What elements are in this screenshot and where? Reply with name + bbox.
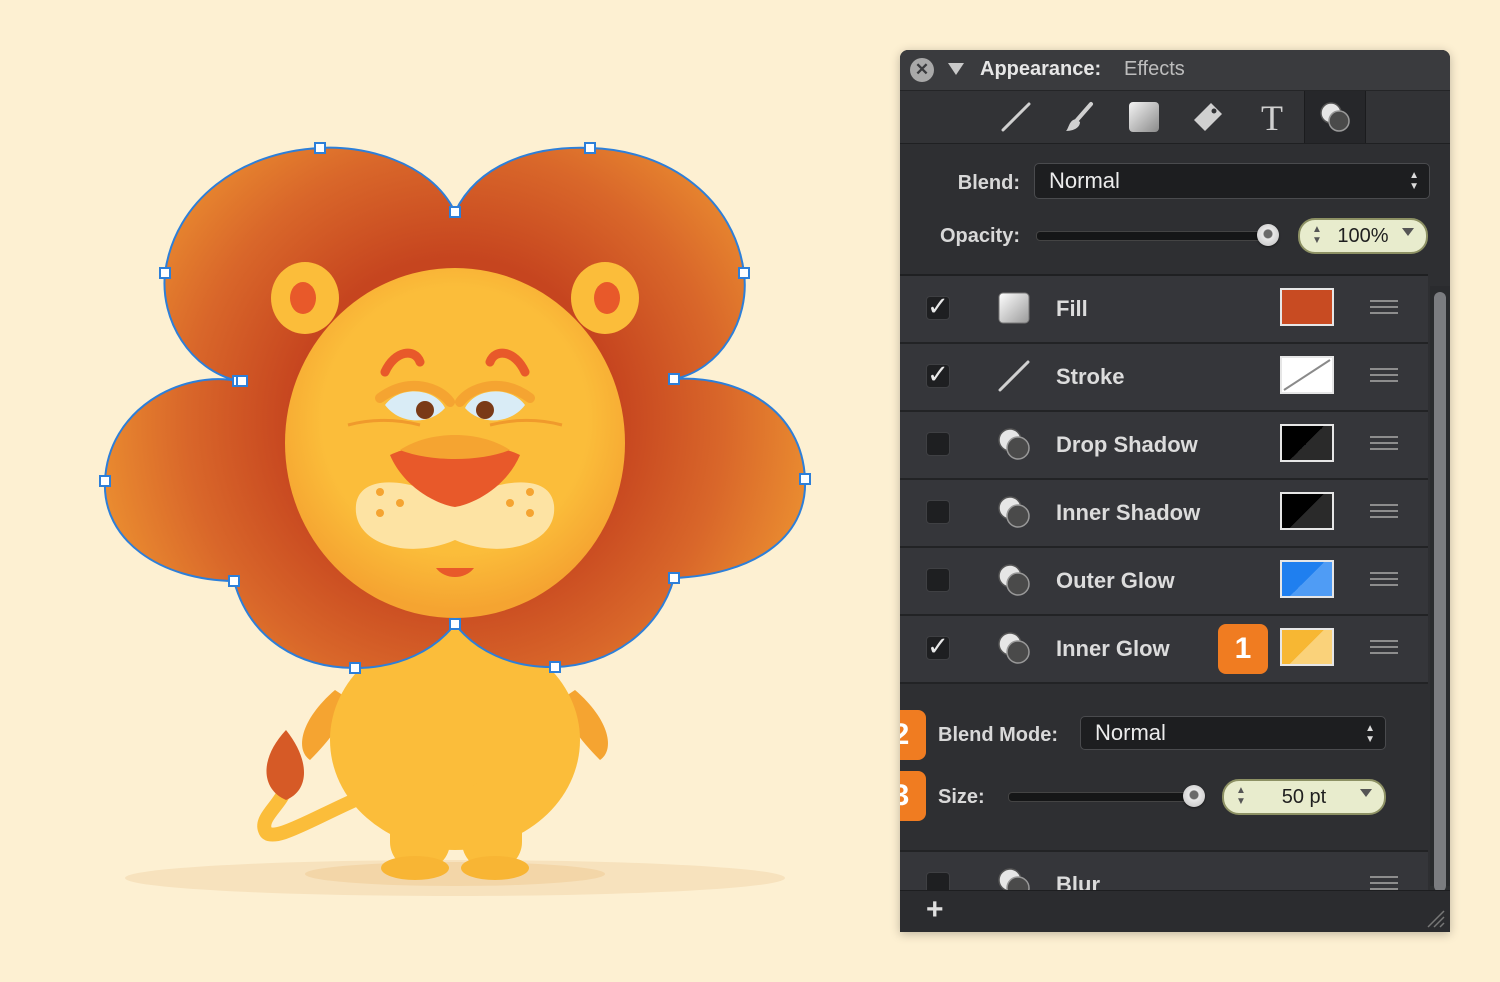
effect-label: Inner Glow [1056, 636, 1170, 661]
effect-label: Outer Glow [1056, 568, 1175, 593]
text-tool-icon[interactable]: T [1242, 91, 1302, 143]
drag-handle-icon[interactable] [1370, 436, 1398, 452]
blend-label: Blend: [957, 172, 1020, 194]
blend-mode-value: Normal [1095, 720, 1166, 745]
brush-tool-icon[interactable] [1050, 91, 1110, 143]
scrollbar[interactable] [1430, 286, 1450, 892]
size-slider[interactable] [1008, 792, 1196, 802]
tag-tool-icon[interactable] [1178, 91, 1238, 143]
size-slider-knob[interactable] [1183, 785, 1205, 807]
drop-shadow-color-swatch[interactable] [1280, 424, 1334, 462]
effect-label: Stroke [1056, 364, 1125, 389]
tool-strip: T [900, 91, 1450, 144]
fill-color-swatch[interactable] [1280, 288, 1334, 326]
inner-glow-checkbox[interactable]: ✓ [926, 633, 950, 660]
drag-handle-icon[interactable] [1370, 640, 1398, 656]
fill-swatch-icon [998, 292, 1030, 324]
blend-select[interactable]: Normal ▲ ▼ [1034, 163, 1430, 199]
effect-row-stroke[interactable]: ✓ Stroke [900, 344, 1428, 412]
effect-circles-icon [998, 428, 1030, 460]
drag-handle-icon[interactable] [1370, 300, 1398, 316]
opacity-slider[interactable] [1036, 231, 1270, 241]
close-icon[interactable]: ✕ [910, 58, 934, 82]
line-tool-icon[interactable] [986, 91, 1046, 143]
appearance-panel: ✕ Appearance: Effects T Blend: Normal ▲ ▼… [900, 50, 1450, 932]
effects-tool-icon[interactable] [1304, 91, 1366, 143]
blend-mode-label: Blend Mode: [938, 724, 1058, 746]
opacity-label: Opacity: [939, 225, 1020, 247]
effect-label: Fill [1056, 296, 1088, 321]
blend-select-value: Normal [1049, 168, 1120, 193]
add-effect-button[interactable]: + [926, 893, 944, 927]
outer-glow-checkbox[interactable] [926, 568, 950, 592]
drag-handle-icon[interactable] [1370, 504, 1398, 520]
lion-tail [257, 783, 362, 842]
effect-row-drop-shadow[interactable]: Drop Shadow [900, 412, 1428, 480]
outer-glow-color-swatch[interactable] [1280, 560, 1334, 598]
select-arrows-icon: ▲ ▼ [1365, 723, 1375, 745]
fill-tool-icon[interactable] [1114, 91, 1174, 143]
size-label: Size: [938, 786, 985, 808]
select-arrows-icon: ▲ ▼ [1409, 170, 1419, 192]
effect-row-outer-glow[interactable]: Outer Glow [900, 548, 1428, 616]
callout-badge-3: 3 [900, 771, 926, 821]
lion-illustration[interactable] [0, 0, 880, 982]
callout-badge-1: 1 [1218, 624, 1268, 674]
stroke-color-swatch[interactable] [1280, 356, 1334, 394]
inner-shadow-color-swatch[interactable] [1280, 492, 1334, 530]
effect-circles-icon [998, 632, 1030, 664]
collapse-triangle-icon[interactable] [948, 63, 964, 75]
dropdown-arrow-icon[interactable] [1360, 789, 1372, 797]
drag-handle-icon[interactable] [1370, 572, 1398, 588]
panel-footer: + [900, 890, 1450, 932]
blend-mode-select[interactable]: Normal ▲ ▼ [1080, 716, 1386, 750]
resize-grip-icon[interactable] [1424, 907, 1446, 929]
scrollbar-thumb[interactable] [1434, 292, 1446, 892]
effect-circles-icon [998, 496, 1030, 528]
callout-badge-2: 2 [900, 710, 926, 760]
panel-subtitle: Effects [1124, 58, 1185, 80]
opacity-slider-knob[interactable] [1257, 224, 1279, 246]
effect-row-inner-shadow[interactable]: Inner Shadow [900, 480, 1428, 548]
effect-label: Inner Shadow [1056, 500, 1201, 525]
opacity-stepper[interactable]: ▲ ▼ 100% [1298, 218, 1428, 254]
lion-face [285, 268, 625, 618]
effect-row-fill[interactable]: ✓ Fill [900, 276, 1428, 344]
effect-circles-icon [998, 564, 1030, 596]
stroke-line-icon [998, 360, 1030, 392]
effect-label: Drop Shadow [1056, 432, 1198, 457]
panel-titlebar: ✕ Appearance: Effects [900, 50, 1450, 91]
svg-text:T: T [1261, 100, 1283, 134]
effect-row-inner-glow[interactable]: ✓ Inner Glow 1 [900, 616, 1428, 684]
fill-checkbox[interactable]: ✓ [926, 293, 950, 320]
stroke-checkbox[interactable]: ✓ [926, 361, 950, 388]
inner-glow-color-swatch[interactable] [1280, 628, 1334, 666]
drag-handle-icon[interactable] [1370, 368, 1398, 384]
dropdown-arrow-icon[interactable] [1402, 228, 1414, 236]
panel-title: Appearance: [980, 58, 1102, 80]
size-stepper[interactable]: ▲ ▼ 50 pt [1222, 779, 1386, 815]
drop-shadow-checkbox[interactable] [926, 432, 950, 456]
inner-shadow-checkbox[interactable] [926, 500, 950, 524]
